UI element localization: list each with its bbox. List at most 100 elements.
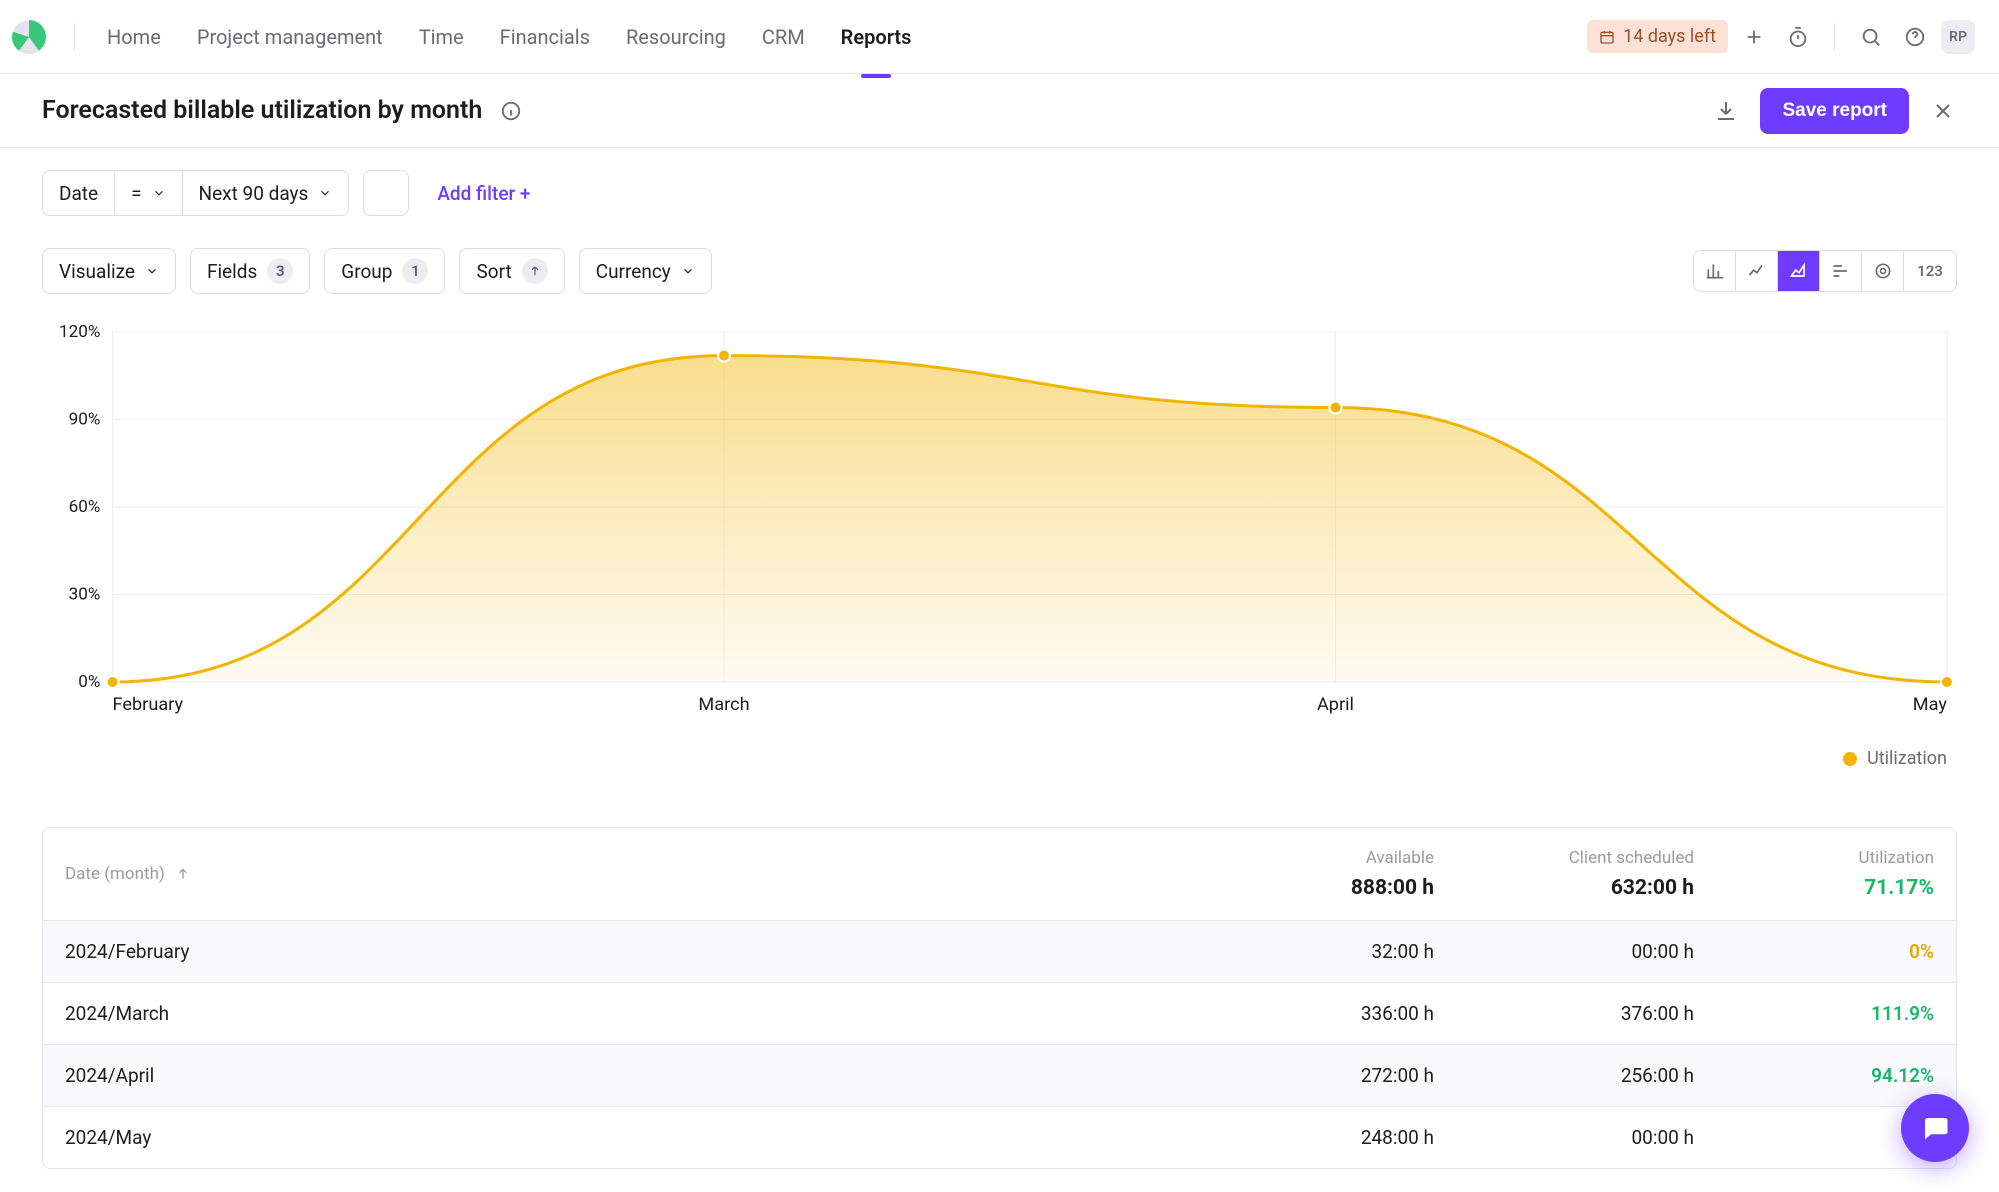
- svg-text:February: February: [113, 694, 184, 715]
- timer-icon[interactable]: [1780, 19, 1816, 55]
- svg-text:May: May: [1913, 694, 1948, 715]
- nav-crm[interactable]: CRM: [748, 15, 819, 59]
- viz-area-icon[interactable]: [1778, 251, 1820, 291]
- svg-text:120%: 120%: [59, 322, 100, 342]
- col-available-total: 888:00 h: [1351, 876, 1434, 900]
- nav-financials[interactable]: Financials: [486, 15, 604, 59]
- chart-container: 0% 30% 60% 90% 120% February March April May Uti…: [0, 304, 1999, 769]
- filter-field[interactable]: Date: [43, 171, 114, 215]
- cell-date: 2024/May: [43, 1126, 1196, 1149]
- table-row[interactable]: 2024/April272:00 h256:00 h94.12%: [43, 1044, 1956, 1106]
- visualize-button[interactable]: Visualize: [42, 248, 176, 294]
- chevron-down-icon: [145, 264, 159, 278]
- viz-type-switch: 123: [1693, 250, 1957, 292]
- download-icon[interactable]: [1708, 93, 1744, 129]
- utilization-chart: 0% 30% 60% 90% 120% February March April May: [42, 322, 1957, 742]
- filter-operator[interactable]: =: [115, 171, 181, 215]
- nav-resourcing[interactable]: Resourcing: [612, 15, 740, 59]
- topbar: Home Project management Time Financials …: [0, 0, 1999, 74]
- nav-project-management[interactable]: Project management: [183, 15, 397, 59]
- viz-numbers[interactable]: 123: [1904, 251, 1956, 291]
- info-icon[interactable]: [498, 98, 524, 124]
- chevron-down-icon: [152, 186, 166, 200]
- cell-client: 00:00 h: [1456, 1126, 1716, 1149]
- svg-text:90%: 90%: [69, 410, 101, 430]
- cell-client: 00:00 h: [1456, 940, 1716, 963]
- col-utilization[interactable]: Utilization 71.17%: [1716, 828, 1956, 920]
- svg-text:April: April: [1317, 694, 1354, 715]
- col-util-total: 71.17%: [1864, 876, 1934, 900]
- save-report-button[interactable]: Save report: [1760, 88, 1909, 134]
- group-count: 1: [402, 258, 428, 284]
- cell-date: 2024/March: [43, 1002, 1196, 1025]
- filter-value[interactable]: Next 90 days: [183, 171, 349, 215]
- table-row[interactable]: 2024/March336:00 h376:00 h111.9%: [43, 982, 1956, 1044]
- nav-reports[interactable]: Reports: [827, 15, 926, 59]
- calendar-icon: [1599, 29, 1615, 45]
- filters-row: Date = Next 90 days Add filter +: [0, 148, 1999, 238]
- cell-available: 32:00 h: [1196, 940, 1456, 963]
- cell-available: 272:00 h: [1196, 1064, 1456, 1087]
- main-nav: Home Project management Time Financials …: [93, 15, 925, 59]
- search-icon[interactable]: [1853, 19, 1889, 55]
- fields-count: 3: [267, 258, 293, 284]
- chat-icon: [1920, 1113, 1950, 1143]
- avatar[interactable]: RP: [1941, 20, 1975, 54]
- viz-hbar-icon[interactable]: [1820, 251, 1862, 291]
- viz-donut-icon[interactable]: [1862, 251, 1904, 291]
- delete-filter-button[interactable]: [363, 170, 409, 216]
- sort-asc-icon: [522, 258, 548, 284]
- col-available-label: Available: [1218, 848, 1434, 868]
- close-icon[interactable]: [1925, 93, 1961, 129]
- titlebar: Forecasted billable utilization by month…: [0, 74, 1999, 148]
- table-body: 2024/February32:00 h00:00 h0%2024/March3…: [43, 920, 1956, 1168]
- svg-text:March: March: [698, 694, 749, 715]
- col-client-total: 632:00 h: [1611, 876, 1694, 900]
- cell-client: 256:00 h: [1456, 1064, 1716, 1087]
- currency-button[interactable]: Currency: [579, 248, 712, 294]
- group-button[interactable]: Group 1: [324, 248, 445, 294]
- add-button[interactable]: [1736, 19, 1772, 55]
- cell-utilization: 94.12%: [1716, 1064, 1956, 1087]
- legend-dot: [1843, 752, 1857, 766]
- chart-legend: Utilization: [42, 748, 1957, 769]
- data-table: Date (month) Available 888:00 h Client s…: [42, 827, 1957, 1169]
- sort-button[interactable]: Sort: [459, 248, 564, 294]
- viz-line-icon[interactable]: [1736, 251, 1778, 291]
- app-logo[interactable]: [12, 20, 46, 54]
- nav-time[interactable]: Time: [405, 15, 478, 59]
- nav-home[interactable]: Home: [93, 15, 175, 59]
- col-client-label: Client scheduled: [1478, 848, 1694, 868]
- chat-fab[interactable]: [1901, 1094, 1969, 1162]
- viz-bar-icon[interactable]: [1694, 251, 1736, 291]
- svg-text:60%: 60%: [69, 497, 101, 517]
- table-header: Date (month) Available 888:00 h Client s…: [43, 828, 1956, 920]
- toolbar-row: Visualize Fields 3 Group 1 Sort Currency: [0, 238, 1999, 304]
- table-row[interactable]: 2024/May248:00 h00:00 h: [43, 1106, 1956, 1168]
- sort-asc-icon: [175, 866, 191, 882]
- help-icon[interactable]: [1897, 19, 1933, 55]
- svg-text:0%: 0%: [78, 672, 100, 692]
- cell-utilization: 0%: [1716, 940, 1956, 963]
- col-util-label: Utilization: [1738, 848, 1934, 868]
- add-filter-button[interactable]: Add filter +: [437, 182, 530, 205]
- page-title: Forecasted billable utilization by month: [42, 96, 482, 125]
- cell-available: 248:00 h: [1196, 1126, 1456, 1149]
- trial-badge[interactable]: 14 days left: [1587, 20, 1728, 53]
- table-row[interactable]: 2024/February32:00 h00:00 h0%: [43, 920, 1956, 982]
- legend-label: Utilization: [1867, 748, 1947, 769]
- divider: [1834, 23, 1835, 51]
- col-available[interactable]: Available 888:00 h: [1196, 828, 1456, 920]
- fields-label: Fields: [207, 260, 257, 283]
- divider: [74, 23, 75, 51]
- group-label: Group: [341, 260, 392, 283]
- cell-date: 2024/April: [43, 1064, 1196, 1087]
- col-date[interactable]: Date (month): [43, 844, 1196, 904]
- cell-date: 2024/February: [43, 940, 1196, 963]
- col-client-scheduled[interactable]: Client scheduled 632:00 h: [1456, 828, 1716, 920]
- chevron-down-icon: [318, 186, 332, 200]
- trash-icon: [370, 171, 402, 215]
- svg-text:30%: 30%: [69, 585, 101, 605]
- visualize-label: Visualize: [59, 260, 135, 283]
- fields-button[interactable]: Fields 3: [190, 248, 310, 294]
